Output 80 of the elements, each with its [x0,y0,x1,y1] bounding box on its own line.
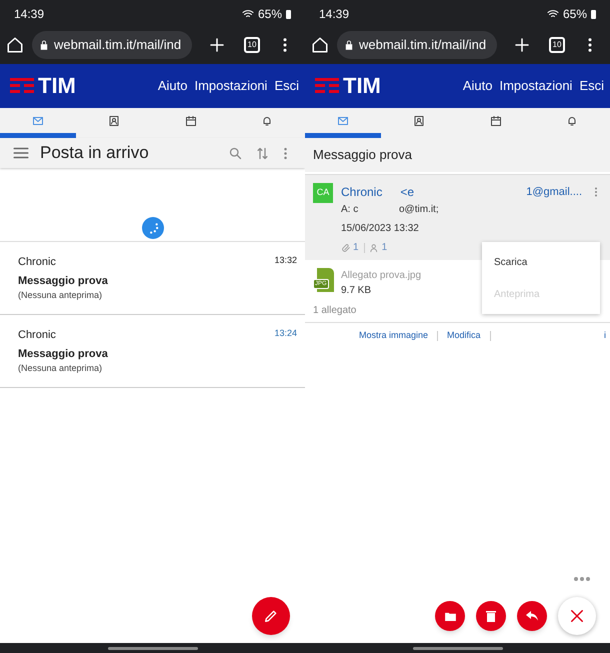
action-link[interactable]: Mostra immagine [359,329,428,342]
pencil-icon [263,608,279,624]
url-text: webmail.tim.it/mail/ind [54,36,182,54]
move-button[interactable] [435,601,465,631]
lock-icon [40,40,48,50]
people-icon [370,242,380,252]
status-time: 14:39 [14,6,44,23]
header-link[interactable]: Esci [274,76,299,96]
message-preview: (Nessuna anteprima) [18,362,104,375]
header-link[interactable]: Impostazioni [194,76,268,96]
sender-avatar: CA [313,183,333,203]
header-link[interactable]: Esci [579,76,604,96]
home-indicator[interactable] [108,646,198,650]
plus-icon[interactable] [208,36,226,54]
calendar-icon [490,114,502,126]
sort-icon[interactable] [255,146,270,160]
action-link[interactable]: i [604,329,606,342]
message-time: 13:32 [274,254,297,267]
delete-button[interactable] [476,601,506,631]
message-preview: (Nessuna anteprima) [18,289,104,302]
sender-address: <e [400,184,414,201]
battery-icon [591,10,596,18]
paperclip-icon [341,242,351,252]
attachment-size: 9.7 KB [341,284,372,298]
tab-count-button[interactable]: 10 [549,37,565,53]
recipient-label: A: c [341,203,360,217]
close-icon [568,607,586,625]
calendar-icon [184,114,197,126]
status-time: 14:39 [319,6,350,23]
attachment-count: 1 [353,241,359,255]
search-icon[interactable] [228,146,243,160]
message-sender: Chronic [18,255,56,270]
tab-count-button[interactable]: 10 [244,37,260,53]
mail-icon [336,114,350,126]
contacts-icon [108,114,120,126]
logo-mark-icon [315,78,339,94]
recipient-count: 1 [382,241,388,255]
sender-name[interactable]: Chronic [341,183,382,201]
battery-icon [286,10,291,18]
battery-level: 65% [562,6,587,23]
message-subject: Messaggio prova [18,274,109,288]
mail-icon [31,114,46,126]
message-date: 15/06/2023 13:32 [341,222,420,236]
message-subject: Messaggio prova [18,346,109,362]
header-link[interactable]: Aiuto [462,76,492,96]
logo-mark-icon [10,78,34,94]
folder-title: Posta in arrivo [40,142,149,164]
folder-icon [444,612,456,620]
attachment-footer: 1 allegato [305,303,610,318]
address-bar[interactable]: webmail.tim.it/mail/ind [337,31,497,59]
trash-icon [486,610,496,622]
address-bar[interactable]: webmail.tim.it/mail/ind [32,31,192,59]
home-icon[interactable] [6,36,24,54]
reply-icon [526,611,538,621]
menu-item[interactable]: Scarica [482,246,600,278]
recipient-address: o@tim.it; [399,203,439,217]
action-link[interactable]: Modifica [447,329,481,342]
message-time: 13:24 [274,327,297,340]
close-button[interactable] [558,597,596,635]
lock-icon [345,40,353,50]
message-sender: Chronic [18,328,56,343]
plus-icon[interactable] [513,36,531,54]
header-link[interactable]: Impostazioni [499,76,572,96]
more-dots-icon[interactable] [574,577,590,581]
header-link[interactable]: Aiuto [158,76,188,96]
wifi-icon [242,8,254,20]
reply-button[interactable] [517,601,547,631]
url-text: webmail.tim.it/mail/ind [359,36,486,54]
compose-button[interactable] [252,597,290,635]
logo-text: TIM [38,75,76,97]
wifi-icon [546,8,559,20]
message-title: Messaggio prova [313,146,412,164]
contacts-icon [413,114,426,126]
logo-text: TIM [343,75,381,97]
home-indicator[interactable] [412,646,502,650]
battery-level: 65% [258,6,282,23]
bell-icon [566,114,578,126]
sender-address: 1@gmail.... [526,184,582,200]
home-icon[interactable] [311,36,329,54]
bell-icon [260,114,273,126]
